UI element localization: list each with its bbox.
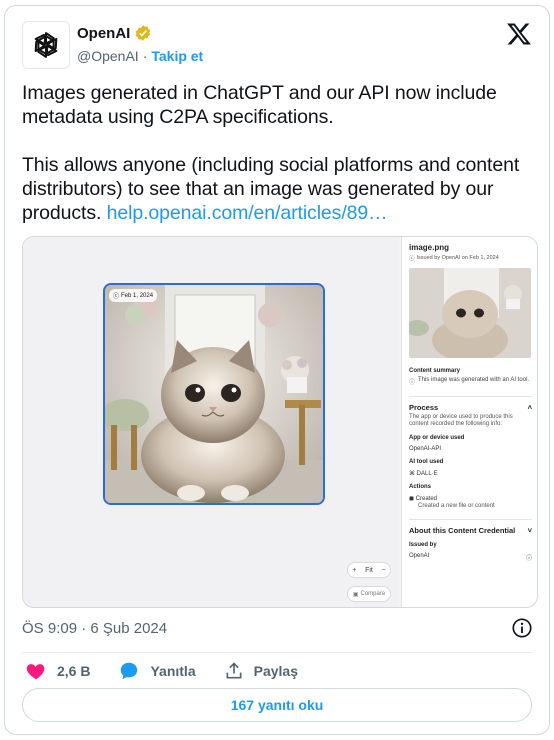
issued-by-value: OpenAI xyxy=(409,553,430,559)
panel-issued: ⓒ Issued by OpenAI on Feb 1, 2024 xyxy=(409,254,532,262)
content-credentials-panel: image.png ⓒ Issued by OpenAI on Feb 1, 2… xyxy=(401,237,537,607)
issued-by-label: Issued by xyxy=(409,542,437,548)
timestamp[interactable]: ÖS 9:09 · 6 Şub 2024 xyxy=(22,620,167,637)
zoom-out-icon[interactable]: − xyxy=(382,567,386,574)
share-button[interactable]: Paylaş xyxy=(224,661,298,681)
help-circle-icon[interactable]: ⓘ xyxy=(526,553,532,562)
process-header[interactable]: Process ˄ xyxy=(409,403,532,412)
panel-divider xyxy=(409,396,532,397)
info-icon[interactable] xyxy=(511,617,533,639)
like-count: 2,6 B xyxy=(57,663,91,679)
openai-logo-icon xyxy=(34,32,58,58)
date-chip-label: Feb 1, 2024 xyxy=(121,292,154,299)
verified-badge-icon xyxy=(136,25,151,41)
like-button[interactable]: 2,6 B xyxy=(25,660,90,682)
dalle-icon: ⌘ xyxy=(409,471,415,477)
app-label: App or device used xyxy=(409,435,465,441)
actions-label: Actions xyxy=(409,484,432,490)
process-title: Process xyxy=(409,403,439,412)
date-chip[interactable]: ⓒ Feb 1, 2024 xyxy=(109,289,158,302)
process-description: The app or device used to produce this c… xyxy=(409,414,513,427)
thumbnail-illustration xyxy=(409,268,531,358)
content-summary-row: ⓘ This image was generated with an AI to… xyxy=(409,377,532,386)
ai-tool-value: DALL·E xyxy=(416,471,438,477)
zoom-fit-button[interactable]: Fit xyxy=(365,567,373,574)
compare-button[interactable]: ▣ Compare xyxy=(347,586,391,602)
tweet-text: Images generated in ChatGPT and our API … xyxy=(22,81,542,225)
compare-label: Compare xyxy=(360,591,386,597)
chevron-down-icon[interactable]: ˅ xyxy=(528,526,532,535)
about-header[interactable]: About this Content Credential ˅ xyxy=(409,526,532,535)
panel-divider xyxy=(409,519,532,520)
read-replies-button[interactable]: 167 yanıtı oku xyxy=(22,688,532,722)
image-canvas: ⓒ Feb 1, 2024 + Fit − ▣ Compare xyxy=(23,237,399,607)
reply-label: Yanıtla xyxy=(150,663,196,679)
cat-illustration xyxy=(105,285,323,503)
action-bar: 2,6 B Yanıtla Paylaş xyxy=(25,657,298,685)
panel-thumbnail xyxy=(409,268,531,358)
action-name: Created xyxy=(415,496,438,502)
author-name[interactable]: OpenAI xyxy=(77,25,130,42)
handle-separator: · xyxy=(142,48,148,64)
action-row: ◼ Created Created a new file or content xyxy=(409,495,532,509)
zoom-control: + Fit − xyxy=(347,562,391,578)
heart-icon xyxy=(26,664,45,680)
zoom-in-icon[interactable]: + xyxy=(352,567,356,574)
content-summary-title: Content summary xyxy=(409,368,461,374)
footer-divider xyxy=(22,652,532,653)
about-title: About this Content Credential xyxy=(409,526,516,535)
x-logo-icon[interactable] xyxy=(506,21,532,47)
author-handle[interactable]: @OpenAI xyxy=(77,48,139,64)
info-small-icon: ⓘ xyxy=(409,380,416,386)
content-summary-text: This image was generated with an AI tool… xyxy=(418,377,530,383)
created-icon: ◼ xyxy=(409,496,414,502)
compare-icon: ▣ xyxy=(352,591,359,598)
share-label: Paylaş xyxy=(253,663,298,679)
media-attachment[interactable]: ⓒ Feb 1, 2024 + Fit − ▣ Compare image.pn… xyxy=(22,236,538,608)
help-link[interactable]: help.openai.com/en/articles/89… xyxy=(107,202,388,224)
credential-icon: ⓒ xyxy=(409,256,415,262)
ai-tool-label: AI tool used xyxy=(409,459,444,465)
avatar[interactable] xyxy=(22,21,70,69)
tweet-paragraph-1: Images generated in ChatGPT and our API … xyxy=(22,82,497,128)
credential-icon: ⓒ xyxy=(113,294,120,300)
follow-button[interactable]: Takip et xyxy=(151,48,203,64)
ai-tool-row: ⌘ DALL·E xyxy=(409,470,532,477)
tweet-card: OpenAI @OpenAI · Takip et Images generat… xyxy=(4,5,550,735)
panel-file-name: image.png xyxy=(409,243,450,252)
panel-issued-text: Issued by OpenAI on Feb 1, 2024 xyxy=(416,255,499,261)
share-icon xyxy=(226,662,242,679)
tweet-paragraph-2: This allows anyone (including social pla… xyxy=(22,153,542,225)
reply-button[interactable]: Yanıtla xyxy=(118,660,196,682)
cat-image[interactable]: ⓒ Feb 1, 2024 xyxy=(103,283,325,505)
app-value: OpenAI-API xyxy=(409,446,442,452)
chevron-up-icon[interactable]: ˄ xyxy=(528,403,532,412)
issued-by-row: OpenAI ⓘ xyxy=(409,553,532,562)
action-description: Created a new file or content xyxy=(418,503,495,509)
reply-bubble-icon xyxy=(121,662,138,680)
